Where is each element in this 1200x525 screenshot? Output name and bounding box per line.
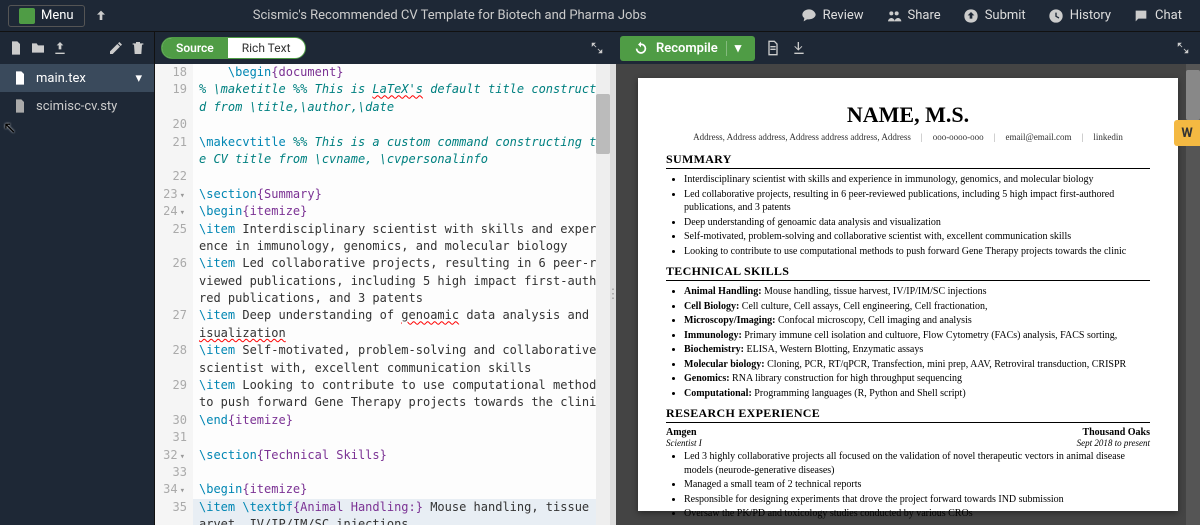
file-item-main[interactable]: main.tex ▾	[0, 64, 154, 92]
menu-label: Menu	[41, 8, 74, 23]
summary-list: Interdisciplinary scientist with skills …	[666, 173, 1150, 258]
recompile-caret-icon[interactable]: ▾	[726, 41, 742, 56]
chevron-down-icon[interactable]: ▾	[135, 71, 142, 86]
source-tab[interactable]: Source	[162, 38, 228, 58]
editor-expand-icon[interactable]	[590, 41, 604, 55]
file-icon	[12, 98, 28, 114]
rename-icon[interactable]	[108, 40, 124, 56]
job-header: AmgenThousand Oaks	[666, 427, 1150, 438]
richtext-tab[interactable]: Rich Text	[228, 38, 305, 58]
share-button[interactable]: Share	[876, 4, 951, 28]
review-button[interactable]: Review	[791, 4, 874, 28]
feedback-tab[interactable]: W	[1174, 120, 1200, 146]
job-subheader: Scientist ISept 2018 to present	[666, 438, 1150, 448]
review-icon	[801, 8, 817, 24]
pdf-expand-icon[interactable]	[1176, 41, 1190, 55]
chat-button[interactable]: Chat	[1123, 4, 1192, 28]
project-title: Scismic's Recommended CV Template for Bi…	[109, 8, 791, 23]
skills-list: Animal Handling: Mouse handling, tissue …	[666, 285, 1150, 400]
upload-icon[interactable]	[52, 40, 68, 56]
file-toolbar	[0, 32, 155, 64]
pdf-page: NAME, M.S. Address, Address address, Add…	[638, 78, 1178, 511]
recompile-icon	[634, 41, 648, 55]
editor-toolbar: Source Rich Text	[155, 32, 610, 64]
file-sidebar: main.tex ▾ scimisc-cv.sty	[0, 64, 155, 525]
section-skills: TECHNICAL SKILLS	[666, 264, 1150, 281]
pdf-toolbar: Recompile ▾	[610, 32, 1200, 64]
file-icon	[12, 70, 28, 86]
delete-icon[interactable]	[130, 40, 146, 56]
recompile-button[interactable]: Recompile ▾	[620, 36, 755, 61]
history-button[interactable]: History	[1038, 4, 1121, 28]
cv-contact: Address, Address address, Address addres…	[666, 132, 1150, 142]
section-experience: RESEARCH EXPERIENCE	[666, 406, 1150, 423]
logo-icon	[19, 8, 35, 24]
section-summary: SUMMARY	[666, 152, 1150, 169]
experience-list: Led 3 highly collaborative projects all …	[666, 450, 1150, 521]
pdf-preview[interactable]: NAME, M.S. Address, Address address, Add…	[616, 64, 1200, 525]
cv-name: NAME, M.S.	[666, 102, 1150, 128]
history-icon	[1048, 8, 1064, 24]
new-file-icon[interactable]	[8, 40, 24, 56]
up-arrow-icon[interactable]	[93, 8, 109, 24]
main-area: main.tex ▾ scimisc-cv.sty 18 \begin{docu…	[0, 64, 1200, 525]
editor-scrollbar[interactable]	[596, 64, 610, 525]
editor-mode-toggle: Source Rich Text	[161, 37, 306, 59]
submit-button[interactable]: Submit	[953, 4, 1036, 28]
file-item-sty[interactable]: scimisc-cv.sty	[0, 92, 154, 120]
share-icon	[886, 8, 902, 24]
download-icon[interactable]	[791, 40, 807, 56]
toolbar-row: Source Rich Text Recompile ▾	[0, 32, 1200, 64]
chat-icon	[1133, 8, 1149, 24]
submit-icon	[963, 8, 979, 24]
topbar: Menu Scismic's Recommended CV Template f…	[0, 0, 1200, 32]
code-editor[interactable]: 18 \begin{document} 19% \maketitle %% Th…	[155, 64, 610, 525]
logs-icon[interactable]	[765, 40, 781, 56]
new-folder-icon[interactable]	[30, 40, 46, 56]
menu-button[interactable]: Menu	[8, 5, 85, 27]
